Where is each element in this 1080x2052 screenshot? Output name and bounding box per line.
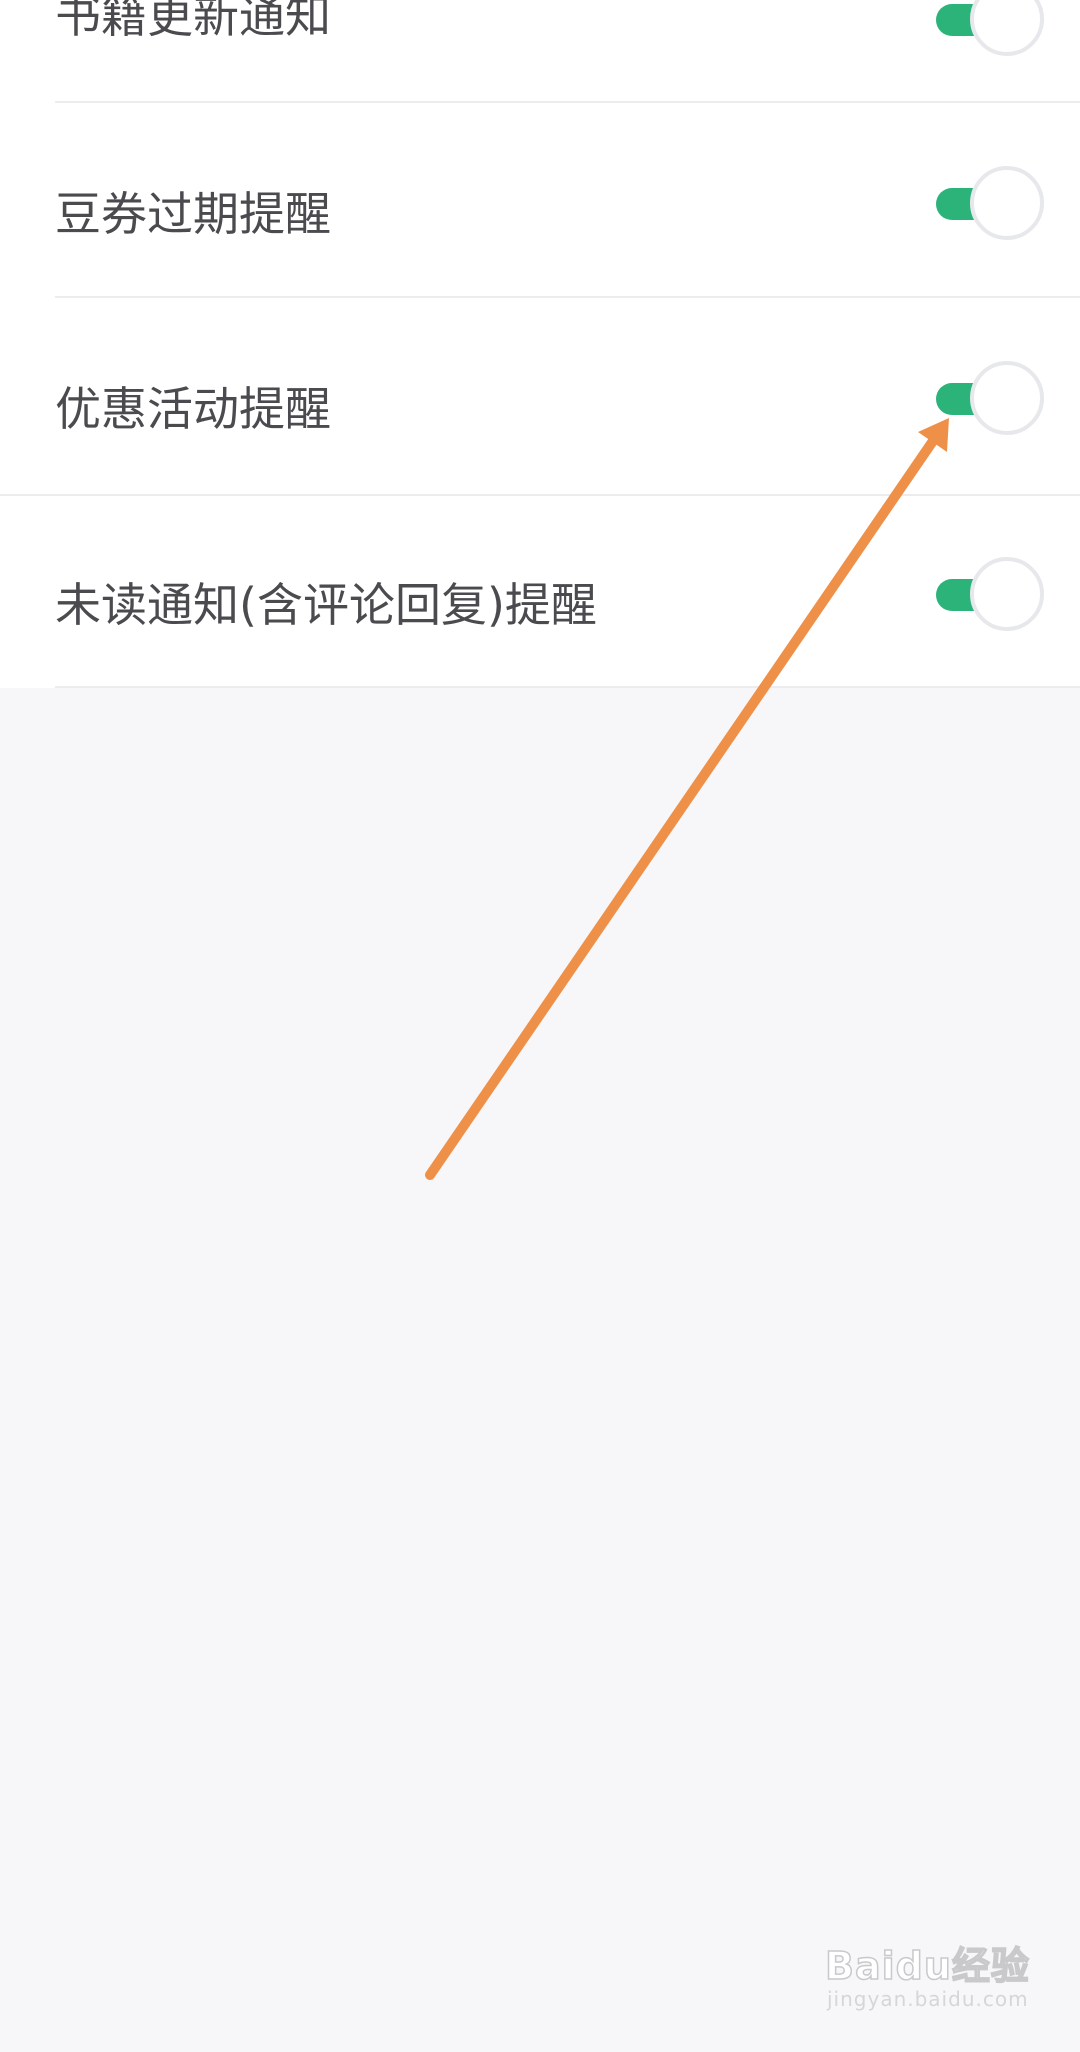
toggle-knob: [970, 557, 1044, 631]
setting-row-coupon-expiry[interactable]: 豆券过期提醒: [0, 103, 1080, 298]
unread-notifications-toggle[interactable]: [930, 557, 1046, 633]
toggle-knob: [970, 166, 1044, 240]
setting-label: 豆券过期提醒: [55, 187, 331, 241]
setting-row-book-update[interactable]: 书籍更新通知: [0, 0, 1080, 102]
setting-label: 书籍更新通知: [55, 0, 331, 43]
notification-settings-list: 书籍更新通知 豆券过期提醒 优惠活动提醒 未读通知(含评论回复)提醒: [0, 0, 1080, 688]
setting-label: 优惠活动提醒: [55, 382, 331, 436]
baidu-jingyan-watermark: Baidu经验 jingyan.baidu.com: [824, 1935, 1029, 2025]
toggle-knob: [970, 0, 1044, 56]
book-update-toggle[interactable]: [930, 0, 1046, 58]
watermark-brand: Baidu经验: [824, 1943, 1030, 1989]
setting-row-unread-notifications[interactable]: 未读通知(含评论回复)提醒: [0, 496, 1080, 691]
divider: [55, 686, 1080, 688]
promotion-toggle[interactable]: [930, 361, 1046, 437]
coupon-expiry-toggle[interactable]: [930, 166, 1046, 242]
watermark-url: jingyan.baidu.com: [827, 1987, 1029, 2011]
setting-label: 未读通知(含评论回复)提醒: [55, 578, 597, 632]
toggle-knob: [970, 361, 1044, 435]
setting-row-promotion[interactable]: 优惠活动提醒: [0, 298, 1080, 493]
